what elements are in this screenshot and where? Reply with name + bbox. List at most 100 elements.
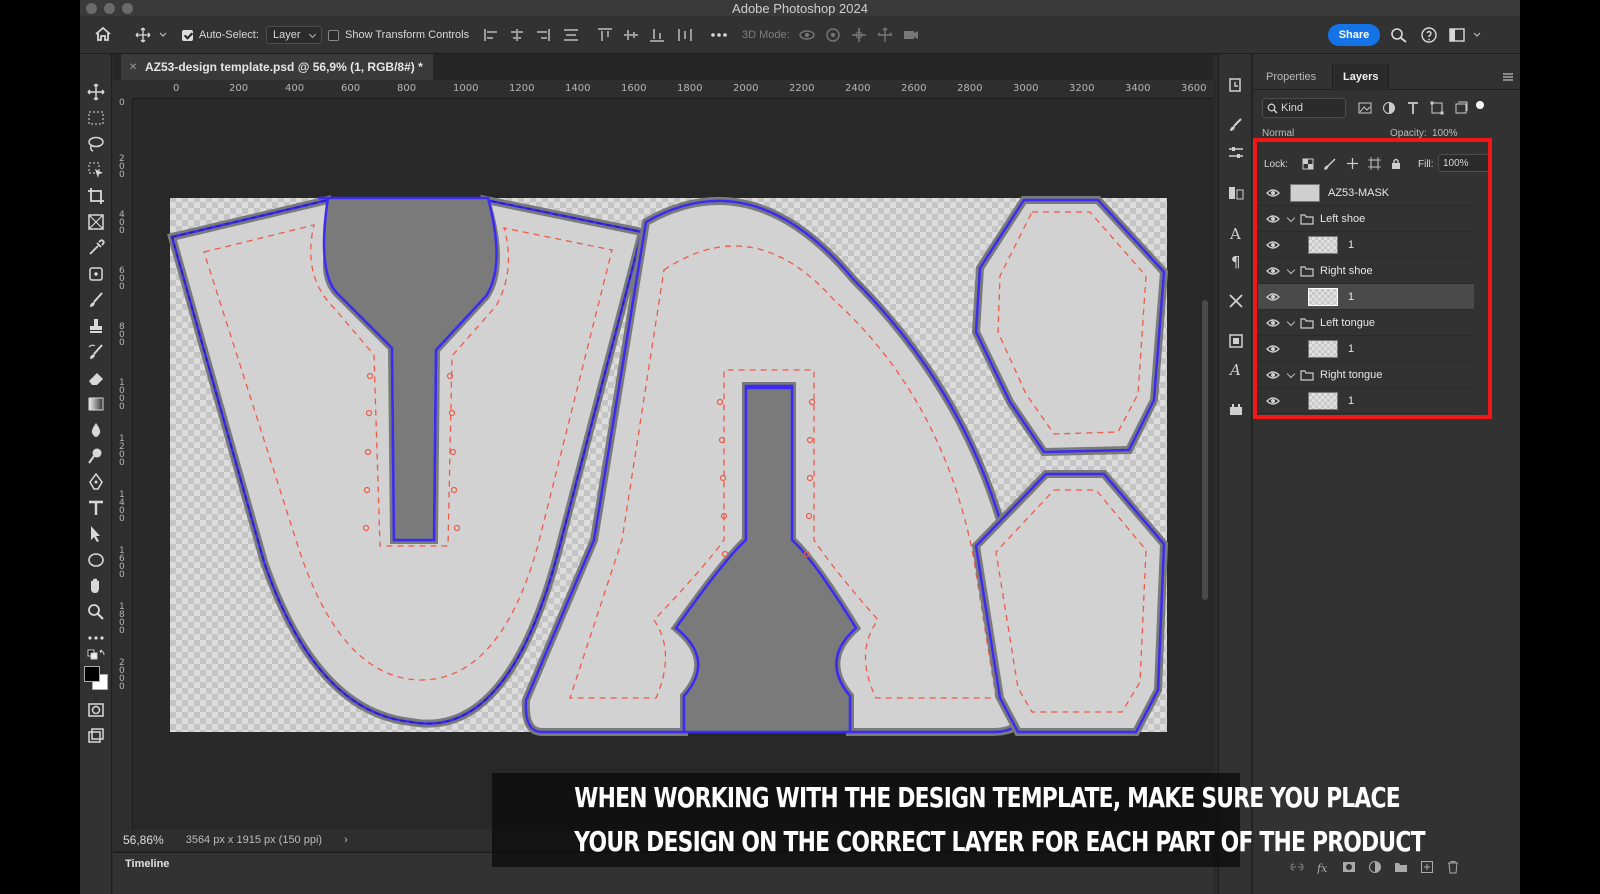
layer-effects-icon[interactable]: fx	[1316, 860, 1330, 874]
3d-camera-icon[interactable]	[902, 27, 920, 43]
3d-slide-icon[interactable]	[876, 27, 894, 43]
adjustment-filter-icon[interactable]	[1382, 101, 1396, 115]
zoom-level[interactable]: 56,86%	[123, 833, 164, 847]
move-tool-icon[interactable]	[134, 27, 152, 43]
auto-select-checkbox[interactable]	[182, 29, 193, 41]
character-panel-icon[interactable]: A	[1227, 224, 1245, 242]
libraries-icon[interactable]	[1227, 184, 1245, 202]
clone-source-icon[interactable]	[1227, 332, 1245, 350]
smart-object-filter-icon[interactable]	[1454, 101, 1468, 115]
vertical-ruler[interactable]: 0 200 400 600 800 1000 1200 1400 1600 1800 2000	[113, 99, 133, 830]
pixel-filter-icon[interactable]	[1358, 101, 1372, 115]
canvas-area[interactable]	[134, 100, 1213, 830]
healing-brush-tool-icon[interactable]	[86, 264, 106, 284]
edit-toolbar-icon[interactable]	[86, 628, 106, 648]
lasso-tool-icon[interactable]	[86, 134, 106, 154]
brush-settings-icon[interactable]	[1227, 116, 1245, 134]
window-title: Adobe Photoshop 2024	[732, 1, 868, 16]
timeline-label[interactable]: Timeline	[125, 858, 169, 870]
distribute-vertical-icon[interactable]	[676, 27, 694, 43]
layer-kind-value: Kind	[1281, 102, 1304, 114]
move-tool-icon[interactable]	[86, 82, 106, 102]
hand-tool-icon[interactable]	[86, 576, 106, 596]
align-bottom-icon[interactable]	[648, 27, 666, 43]
close-tab-icon[interactable]: ✕	[129, 62, 137, 73]
right-tongue-template[interactable]	[971, 470, 1169, 736]
panel-menu-icon[interactable]	[1502, 72, 1514, 82]
zoom-tool-icon[interactable]	[86, 602, 106, 622]
svg-text:A: A	[1228, 361, 1241, 378]
3d-pan-icon[interactable]	[850, 27, 868, 43]
path-selection-tool-icon[interactable]	[86, 524, 106, 544]
photoshop-window: Adobe Photoshop 2024 Auto-Select: Layer …	[80, 0, 1520, 894]
adjustments-icon[interactable]	[1227, 144, 1245, 162]
new-layer-icon[interactable]	[1420, 860, 1434, 874]
workspace-icon[interactable]	[1448, 27, 1466, 43]
chevron-down-icon[interactable]	[158, 27, 168, 43]
history-panel-icon[interactable]	[1227, 76, 1245, 94]
foreground-color-swatch-front[interactable]	[84, 666, 100, 682]
panel-dock: A ¶ A	[1218, 54, 1252, 894]
shape-filter-icon[interactable]	[1430, 101, 1444, 115]
new-group-icon[interactable]	[1394, 860, 1408, 874]
type-filter-icon[interactable]	[1406, 101, 1420, 115]
brush-tool-icon[interactable]	[86, 290, 106, 310]
eraser-tool-icon[interactable]	[86, 368, 106, 388]
ruler-h-tick: 3400	[1125, 83, 1151, 94]
clone-stamp-tool-icon[interactable]	[86, 316, 106, 336]
align-right-icon[interactable]	[534, 27, 552, 43]
align-center-icon[interactable]	[508, 27, 526, 43]
delete-layer-icon[interactable]	[1446, 860, 1460, 874]
canvas-vertical-scrollbar[interactable]	[1202, 300, 1208, 600]
document-tab[interactable]: ✕ AZ53-design template.psd @ 56,9% (1, R…	[121, 54, 433, 80]
layer-kind-filter[interactable]: Kind	[1262, 98, 1346, 118]
crop-tool-icon[interactable]	[86, 186, 106, 206]
history-brush-tool-icon[interactable]	[86, 342, 106, 362]
transform-controls-checkbox[interactable]	[328, 29, 339, 41]
home-icon[interactable]	[94, 26, 112, 42]
filter-toggle-icon[interactable]	[1476, 101, 1484, 109]
eyedropper-tool-icon[interactable]	[86, 238, 106, 258]
blur-tool-icon[interactable]	[86, 420, 106, 440]
status-chevron-icon[interactable]: ›	[344, 834, 348, 846]
auto-select-dropdown[interactable]: Layer	[266, 26, 322, 44]
type-tool-icon[interactable]	[86, 498, 106, 518]
align-middle-icon[interactable]	[622, 27, 640, 43]
paragraph-panel-icon[interactable]: ¶	[1227, 252, 1245, 270]
pen-tool-icon[interactable]	[86, 472, 106, 492]
screen-mode-icon[interactable]	[86, 726, 106, 746]
link-layers-icon[interactable]	[1290, 860, 1304, 874]
ellipse-tool-icon[interactable]	[86, 550, 106, 570]
workspace-chevron-icon[interactable]	[1472, 27, 1482, 43]
tab-layers[interactable]: Layers	[1332, 64, 1390, 90]
align-left-icon[interactable]	[482, 27, 500, 43]
document-canvas[interactable]	[134, 100, 1213, 830]
tool-presets-icon[interactable]	[1227, 292, 1245, 310]
glyphs-icon[interactable]: A	[1227, 360, 1245, 378]
help-icon[interactable]	[1420, 27, 1438, 43]
add-mask-icon[interactable]	[1342, 860, 1356, 874]
ruler-v-tick: 200	[119, 154, 125, 180]
transform-controls-toggle[interactable]: Show Transform Controls	[328, 16, 469, 54]
new-adjustment-layer-icon[interactable]	[1368, 860, 1382, 874]
marquee-tool-icon[interactable]	[86, 108, 106, 128]
default-colors-icon[interactable]	[86, 648, 106, 668]
3d-roll-icon[interactable]	[824, 27, 842, 43]
align-top-icon[interactable]	[596, 27, 614, 43]
share-button[interactable]: Share	[1328, 24, 1380, 46]
tab-properties[interactable]: Properties	[1256, 64, 1326, 90]
distribute-icon[interactable]	[562, 27, 580, 43]
frame-tool-icon[interactable]	[86, 212, 106, 232]
tutorial-caption: WHEN WORKING WITH THE DESIGN TEMPLATE, M…	[492, 773, 1426, 867]
object-selection-tool-icon[interactable]	[86, 160, 106, 180]
3d-orbit-icon[interactable]	[798, 27, 816, 43]
ruler-v-tick: 800	[119, 322, 125, 348]
quick-mask-icon[interactable]	[86, 700, 106, 720]
auto-select-toggle[interactable]: Auto-Select:	[182, 16, 259, 54]
horizontal-ruler[interactable]: 0 200 400 600 800 1000 1200 1400 1600 1800 2000 220…	[133, 80, 1213, 99]
plugins-icon[interactable]	[1227, 400, 1245, 418]
search-icon[interactable]	[1390, 27, 1408, 43]
more-options-icon[interactable]	[710, 27, 728, 43]
dodge-tool-icon[interactable]	[86, 446, 106, 466]
gradient-tool-icon[interactable]	[86, 394, 106, 414]
